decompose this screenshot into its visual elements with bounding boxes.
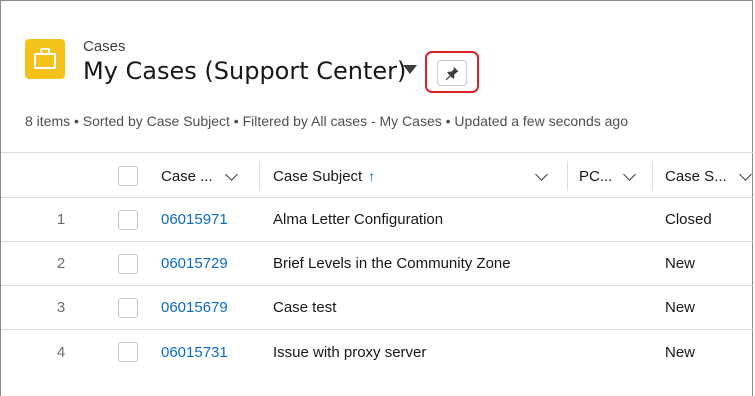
table-row: 2 06015729 Brief Levels in the Community… — [1, 242, 754, 286]
column-header-label: Case Subject — [273, 167, 363, 185]
object-label: Cases — [83, 38, 126, 55]
list-view-switcher-icon[interactable] — [403, 65, 417, 74]
row-checkbox[interactable] — [118, 342, 138, 362]
case-status-cell: New — [665, 255, 696, 272]
case-subject-cell: Issue with proxy server — [273, 343, 427, 361]
row-checkbox[interactable] — [118, 298, 138, 318]
table-row: 1 06015971 Alma Letter Configuration Clo… — [1, 198, 754, 242]
list-view-meta: 8 items • Sorted by Case Subject • Filte… — [25, 113, 628, 129]
case-number-link[interactable]: 06015971 — [161, 211, 228, 228]
column-header-label: Case S... — [665, 167, 727, 185]
case-number-link[interactable]: 06015731 — [161, 344, 228, 361]
case-subject-cell: Case test — [273, 299, 337, 316]
row-number: 2 — [56, 255, 66, 272]
list-view-title[interactable]: My Cases (Support Center) — [83, 57, 406, 85]
row-number: 1 — [56, 211, 66, 228]
case-subject-cell: Brief Levels in the Community Zone — [273, 255, 511, 272]
chevron-down-icon[interactable] — [623, 168, 636, 181]
column-divider[interactable] — [259, 161, 260, 191]
table-row: 4 06015731 Issue with proxy server New — [1, 330, 754, 374]
table-header-row: Case ... Case Subject ↑ PC... Case S... — [1, 152, 754, 198]
case-status-cell: Closed — [665, 211, 712, 228]
row-checkbox[interactable] — [118, 210, 138, 230]
column-divider[interactable] — [652, 161, 653, 191]
case-number-cell: 06015729 — [161, 242, 228, 285]
chevron-down-icon[interactable] — [225, 168, 238, 181]
briefcase-body — [34, 53, 56, 69]
column-header-case-status[interactable]: Case S... — [665, 153, 727, 199]
briefcase-icon — [25, 39, 65, 79]
column-header-case-subject[interactable]: Case Subject ↑ — [273, 153, 375, 199]
case-number-link[interactable]: 06015729 — [161, 255, 228, 272]
column-header-label: PC... — [579, 167, 613, 185]
case-status-cell: New — [665, 343, 696, 361]
case-number-cell: 06015971 — [161, 198, 228, 241]
case-subject-cell: Alma Letter Configuration — [273, 211, 444, 228]
case-number-cell: 06015731 — [161, 330, 228, 374]
chevron-down-icon[interactable] — [739, 168, 752, 181]
row-number: 4 — [56, 343, 66, 361]
case-status-cell: New — [665, 299, 696, 316]
column-header-case-number[interactable]: Case ... — [161, 153, 213, 199]
column-header-pc[interactable]: PC... — [579, 153, 612, 199]
chevron-down-icon[interactable] — [535, 168, 548, 181]
row-checkbox[interactable] — [118, 254, 138, 274]
table-row: 3 06015679 Case test New — [1, 286, 754, 330]
list-view-panel: Cases My Cases (Support Center) 8 items … — [0, 0, 754, 396]
pin-icon — [445, 66, 459, 81]
select-all-checkbox[interactable] — [118, 166, 138, 186]
row-number: 3 — [56, 299, 66, 316]
column-divider[interactable] — [567, 161, 568, 191]
pin-list-view-button[interactable] — [437, 60, 467, 86]
case-number-link[interactable]: 06015679 — [161, 299, 228, 316]
column-header-label: Case ... — [161, 167, 213, 185]
arrow-up-icon: ↑ — [368, 168, 376, 184]
case-number-cell: 06015679 — [161, 286, 228, 329]
